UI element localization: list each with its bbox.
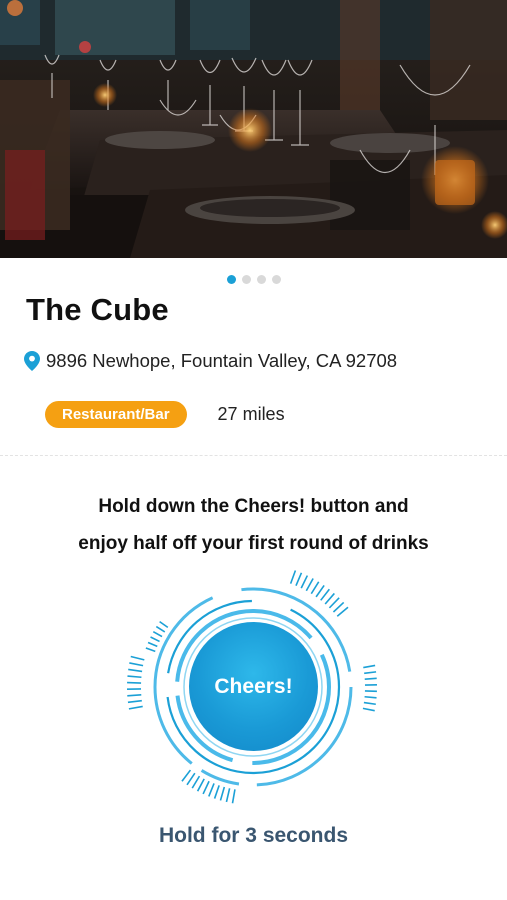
ring-tick [127, 699, 142, 704]
ring-tick [127, 694, 142, 697]
venue-name: The Cube [26, 292, 169, 327]
carousel-dot[interactable] [256, 275, 266, 284]
hold-hint: Hold for 3 seconds [158, 824, 349, 847]
ring-tick [202, 780, 210, 795]
ring-tick [213, 785, 220, 799]
promo-line-1: Hold down the Cheers! button and [98, 496, 409, 517]
carousel-dot[interactable] [241, 275, 251, 284]
hero-photo[interactable] [0, 0, 507, 258]
ring-tick [364, 695, 377, 699]
ring-tick [196, 778, 205, 792]
ring-tick [324, 592, 335, 605]
ring-tick [208, 783, 215, 797]
promo-instructions: Hold down the Cheers! button and enjoy h… [0, 488, 507, 562]
ring-tick [130, 655, 145, 661]
carousel-dot[interactable] [226, 275, 236, 284]
ring-tick [364, 677, 377, 680]
ring-tick [310, 581, 320, 595]
venue-distance: 27 miles [217, 404, 285, 424]
ring-tick [191, 775, 201, 789]
ring-tick [295, 572, 303, 587]
ring-tick [363, 701, 376, 706]
ring-tick [362, 707, 375, 712]
cheers-button[interactable]: Cheers! [189, 622, 318, 751]
section-divider [0, 455, 507, 456]
restaurant-photo [0, 0, 507, 258]
ring-tick [289, 570, 297, 584]
ring-tick [320, 588, 330, 601]
ring-tick [219, 786, 226, 801]
ring-tick [225, 788, 231, 803]
ring-tick [231, 789, 236, 804]
ring-tick [328, 597, 340, 609]
carousel-indicator [0, 275, 507, 284]
category-badge: Restaurant/Bar [45, 401, 187, 428]
map-pin-icon [24, 351, 40, 371]
ring-tick [300, 575, 309, 589]
ring-tick [129, 662, 144, 667]
ring-tick [315, 584, 325, 598]
cheers-button-area[interactable]: Cheers! [127, 568, 377, 808]
ring-tick [363, 664, 376, 669]
ring-tick [336, 606, 349, 617]
ring-tick [364, 671, 377, 675]
ring-tick [159, 620, 169, 629]
ring-tick [305, 578, 314, 592]
ring-tick [181, 769, 192, 782]
ring-tick [127, 675, 142, 679]
ring-tick [186, 772, 196, 786]
ring-tick [128, 668, 143, 673]
carousel-dot[interactable] [271, 275, 281, 284]
ring-tick [145, 647, 156, 653]
ring-tick [128, 705, 143, 710]
promo-line-2: enjoy half off your first round of drink… [78, 533, 429, 554]
ring-tick [147, 641, 158, 648]
ring-tick [155, 625, 166, 633]
venue-address: 9896 Newhope, Fountain Valley, CA 92708 [46, 350, 398, 371]
ring-tick [152, 631, 163, 638]
address-row[interactable]: 9896 Newhope, Fountain Valley, CA 92708 [24, 350, 397, 372]
ring-tick [332, 601, 345, 613]
ring-tick [150, 636, 160, 643]
venue-meta: Restaurant/Bar 27 miles [45, 401, 285, 428]
